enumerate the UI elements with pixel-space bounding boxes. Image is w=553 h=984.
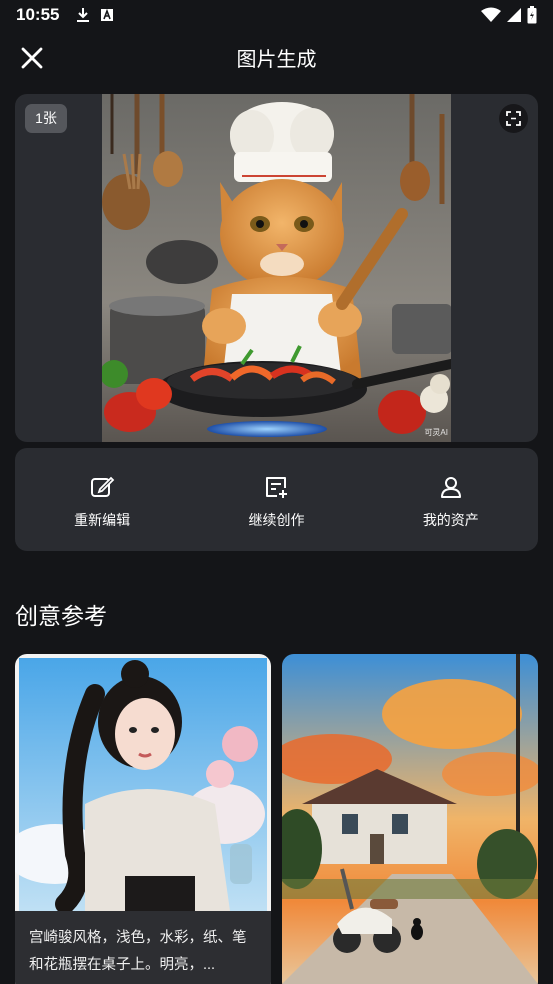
continue-create-button[interactable]: 继续创作 <box>189 448 363 551</box>
my-assets-label: 我的资产 <box>422 512 479 528</box>
expand-icon <box>506 111 521 126</box>
re-edit-button[interactable]: 重新编辑 <box>15 448 189 551</box>
signal-icon <box>507 8 521 22</box>
generated-image[interactable] <box>102 94 451 442</box>
continue-create-label: 继续创作 <box>248 512 305 528</box>
add-document-icon <box>266 477 288 498</box>
result-image-card[interactable]: 1张 可灵AI <box>15 94 538 442</box>
image-count-badge: 1张 <box>25 104 67 133</box>
a-badge-icon <box>101 8 113 21</box>
wifi-icon <box>481 7 501 22</box>
expand-button[interactable] <box>499 104 528 133</box>
inspiration-caption: 宫崎骏风格，浅色，水彩，纸、笔和花瓶摆在桌子上。明亮，... <box>15 911 271 984</box>
image-watermark: 可灵AI <box>424 428 448 437</box>
status-icons-right <box>481 6 537 24</box>
re-edit-label: 重新编辑 <box>74 512 131 528</box>
edit-icon <box>91 476 115 497</box>
status-time: 10:55 <box>16 5 60 24</box>
girl-watercolor-image <box>15 658 267 911</box>
inspiration-card[interactable]: 宫崎骏风格，浅色，水彩，纸、笔和花瓶摆在桌子上。明亮，... <box>15 654 271 984</box>
download-icon <box>77 8 89 22</box>
inspiration-caption-text: 宫崎骏风格，浅色，水彩，纸、笔和花瓶摆在桌子上。明亮，... <box>29 930 247 973</box>
chef-cat-illustration <box>102 94 451 442</box>
inspiration-section-title: 创意参考 <box>15 603 107 629</box>
battery-icon <box>527 6 537 24</box>
status-icons-left <box>76 7 114 23</box>
user-icon <box>440 477 461 498</box>
page-title: 图片生成 <box>236 49 317 71</box>
my-assets-button[interactable]: 我的资产 <box>364 448 538 551</box>
action-panel: 重新编辑 继续创作 我的资产 <box>15 448 538 551</box>
sunset-house-image <box>282 654 538 984</box>
app-header: 图片生成 <box>0 32 553 82</box>
inspiration-card[interactable] <box>282 654 538 984</box>
status-bar: 10:55 <box>0 0 553 32</box>
